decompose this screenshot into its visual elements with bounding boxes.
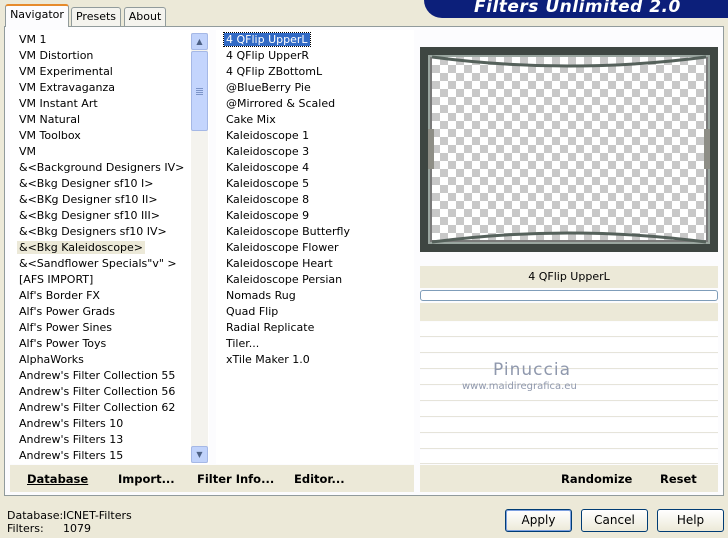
category-item[interactable]: VM Distortion bbox=[14, 48, 209, 64]
tab-about[interactable]: About bbox=[124, 7, 166, 26]
filter-item[interactable]: Kaleidoscope 8 bbox=[221, 192, 414, 208]
category-item[interactable]: Andrew's Filter Collection 55 bbox=[14, 368, 209, 384]
filter-item[interactable]: Kaleidoscope Heart bbox=[221, 256, 414, 272]
parameter-row[interactable] bbox=[420, 322, 718, 337]
filters-count: 1079 bbox=[63, 522, 91, 535]
category-item[interactable]: Andrew's Filters 13 bbox=[14, 432, 209, 448]
database-button[interactable]: Database bbox=[27, 472, 88, 486]
randomize-button[interactable]: Randomize bbox=[561, 472, 632, 486]
filter-item[interactable]: Nomads Rug bbox=[221, 288, 414, 304]
parameter-row[interactable] bbox=[420, 402, 718, 417]
category-item[interactable]: VM bbox=[14, 144, 209, 160]
filters-label: Filters: bbox=[7, 522, 44, 535]
category-item[interactable]: &<Bkg Kaleidoscope> bbox=[14, 240, 209, 256]
preview-image bbox=[420, 47, 718, 252]
preview-filter-name: 4 QFlip UpperL bbox=[420, 266, 718, 288]
category-item[interactable]: Alf's Border FX bbox=[14, 288, 209, 304]
scroll-thumb[interactable] bbox=[191, 51, 208, 131]
import-button[interactable]: Import... bbox=[118, 472, 175, 486]
category-item[interactable]: Alf's Power Grads bbox=[14, 304, 209, 320]
filter-item[interactable]: @BlueBerry Pie bbox=[221, 80, 414, 96]
help-button[interactable]: Help bbox=[657, 509, 724, 532]
watermark-url: www.maidiregrafica.eu bbox=[462, 381, 577, 392]
filter-info-button[interactable]: Filter Info... bbox=[197, 472, 274, 486]
category-item[interactable]: &<BKg Designer sf10 II> bbox=[14, 192, 209, 208]
filter-list[interactable]: 4 QFlip UpperL 4 QFlip UpperR 4 QFlip ZBot… bbox=[216, 30, 414, 464]
category-item[interactable]: AlphaWorks bbox=[14, 352, 209, 368]
scroll-up-icon[interactable]: ▲ bbox=[191, 33, 208, 50]
category-item[interactable]: &<Sandflower Specials"v" > bbox=[14, 256, 209, 272]
filter-item[interactable]: 4 QFlip ZBottomL bbox=[221, 64, 414, 80]
filter-item[interactable]: Kaleidoscope 9 bbox=[221, 208, 414, 224]
category-item[interactable]: &<Bkg Designers sf10 IV> bbox=[14, 224, 209, 240]
category-list[interactable]: VM 1 VM Distortion VM Experimental VM Extra… bbox=[10, 30, 209, 464]
filter-item[interactable]: Kaleidoscope Flower bbox=[221, 240, 414, 256]
parameter-row[interactable] bbox=[420, 434, 718, 449]
title-banner: Filters Unlimited 2.0 bbox=[424, 0, 728, 18]
category-item[interactable]: VM Experimental bbox=[14, 64, 209, 80]
parameter-header bbox=[420, 303, 718, 321]
filter-item[interactable]: Kaleidoscope 4 bbox=[221, 160, 414, 176]
category-item[interactable]: VM Extravaganza bbox=[14, 80, 209, 96]
banner-title: Filters Unlimited 2.0 bbox=[474, 0, 681, 17]
filter-item[interactable]: 4 QFlip UpperR bbox=[221, 48, 414, 64]
watermark-name: Pinuccia bbox=[493, 360, 571, 380]
category-item[interactable]: VM Instant Art bbox=[14, 96, 209, 112]
filter-item[interactable]: Tiler... bbox=[221, 336, 414, 352]
frame-graphic bbox=[420, 47, 718, 252]
filter-item[interactable]: Radial Replicate bbox=[221, 320, 414, 336]
parameter-row[interactable] bbox=[420, 338, 718, 353]
database-label: Database: bbox=[7, 509, 64, 522]
tab-navigator[interactable]: Navigator bbox=[5, 4, 69, 27]
filter-item[interactable]: Kaleidoscope 3 bbox=[221, 144, 414, 160]
scroll-down-icon[interactable]: ▼ bbox=[191, 446, 208, 463]
category-scrollbar[interactable]: ▲ ▼ bbox=[191, 33, 208, 463]
category-item[interactable]: &<Bkg Designer sf10 I> bbox=[14, 176, 209, 192]
category-item[interactable]: Andrew's Filter Collection 62 bbox=[14, 400, 209, 416]
category-item[interactable]: &<Background Designers IV> bbox=[14, 160, 209, 176]
filter-item[interactable]: Cake Mix bbox=[221, 112, 414, 128]
category-item[interactable]: Andrew's Filters 15 bbox=[14, 448, 209, 464]
category-item[interactable]: Alf's Power Toys bbox=[14, 336, 209, 352]
category-item[interactable]: VM Natural bbox=[14, 112, 209, 128]
category-item[interactable]: &<Bkg Designer sf10 III> bbox=[14, 208, 209, 224]
filter-item[interactable]: Kaleidoscope 5 bbox=[221, 176, 414, 192]
apply-button[interactable]: Apply bbox=[505, 509, 572, 532]
parameter-row[interactable] bbox=[420, 418, 718, 433]
tab-presets[interactable]: Presets bbox=[71, 7, 121, 26]
parameter-row[interactable] bbox=[420, 450, 718, 464]
filter-item[interactable]: Quad Flip bbox=[221, 304, 414, 320]
cancel-button[interactable]: Cancel bbox=[581, 509, 648, 532]
category-item[interactable]: Andrew's Filters 10 bbox=[14, 416, 209, 432]
reset-button[interactable]: Reset bbox=[660, 472, 697, 486]
progress-bar bbox=[420, 290, 718, 301]
category-item[interactable]: Andrew's Filter Collection 56 bbox=[14, 384, 209, 400]
filter-item[interactable]: Kaleidoscope Persian bbox=[221, 272, 414, 288]
filter-item[interactable]: Kaleidoscope 1 bbox=[221, 128, 414, 144]
database-value: ICNET-Filters bbox=[63, 509, 132, 522]
category-item[interactable]: VM 1 bbox=[14, 32, 209, 48]
filter-item[interactable]: Kaleidoscope Butterfly bbox=[221, 224, 414, 240]
category-item[interactable]: Alf's Power Sines bbox=[14, 320, 209, 336]
editor-button[interactable]: Editor... bbox=[294, 472, 345, 486]
filter-item[interactable]: @Mirrored & Scaled bbox=[221, 96, 414, 112]
filter-item[interactable]: xTile Maker 1.0 bbox=[221, 352, 414, 368]
category-item[interactable]: VM Toolbox bbox=[14, 128, 209, 144]
filter-item[interactable]: 4 QFlip UpperL bbox=[221, 32, 414, 48]
category-item[interactable]: [AFS IMPORT] bbox=[14, 272, 209, 288]
